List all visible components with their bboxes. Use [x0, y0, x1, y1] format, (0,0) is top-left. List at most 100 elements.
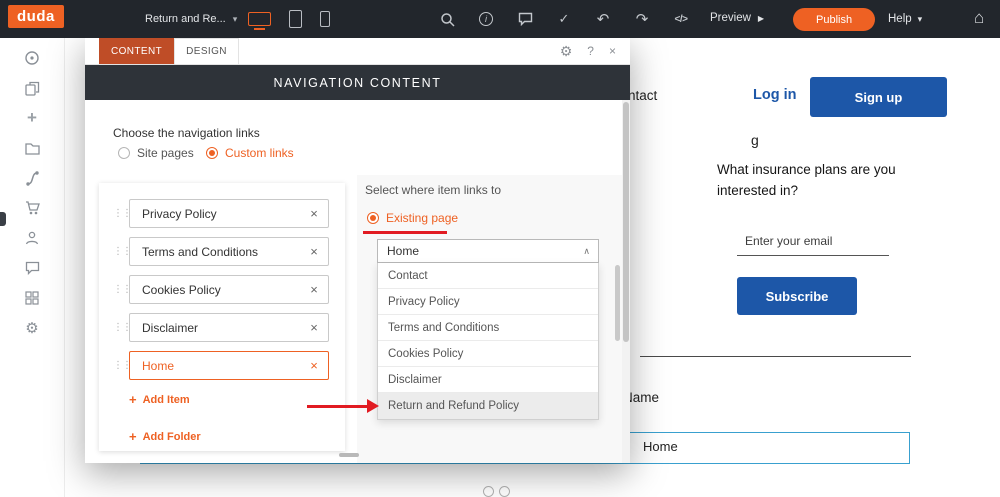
email-input[interactable] — [737, 234, 889, 256]
nav-item-label: Privacy Policy — [142, 206, 217, 221]
login-link[interactable]: Log in — [753, 87, 797, 103]
preview-label: Preview — [710, 12, 751, 24]
signup-button[interactable]: Sign up — [810, 77, 947, 117]
nav-link-item[interactable]: ⋮⋮ Privacy Policy × — [113, 199, 329, 228]
dialog-scrollbar-thumb[interactable] — [623, 102, 629, 342]
redo-icon[interactable]: ↷ — [631, 9, 653, 29]
search-icon[interactable] — [436, 9, 458, 29]
radio-site-pages[interactable]: Site pages — [118, 146, 194, 160]
radio-dot — [367, 212, 379, 224]
home-icon[interactable]: ⌂ — [974, 8, 984, 28]
nav-link-item-selected[interactable]: ⋮⋮ Home × — [113, 351, 329, 380]
link-target-panel: Select where item links to Existing page… — [357, 175, 622, 463]
radio-site-pages-label: Site pages — [137, 146, 194, 160]
chat-icon[interactable] — [22, 258, 42, 278]
select-where-label: Select where item links to — [365, 183, 502, 197]
radio-custom-links[interactable]: Custom links — [206, 146, 294, 160]
radio-custom-links-label: Custom links — [225, 146, 294, 160]
dialog-title: NAVIGATION CONTENT — [85, 65, 630, 100]
remove-item-icon[interactable]: × — [300, 320, 328, 335]
radio-existing-page[interactable]: Existing page — [367, 211, 458, 225]
dropdown-option-highlighted[interactable]: Return and Refund Policy — [378, 393, 598, 419]
connected-data-icon[interactable] — [22, 168, 42, 188]
dropdown-option[interactable]: Privacy Policy — [378, 289, 598, 315]
settings-icon[interactable]: ⚙ — [22, 318, 42, 338]
radio-dot — [118, 147, 130, 159]
remove-item-icon[interactable]: × — [300, 206, 328, 221]
dialog-scrollbar-track[interactable] — [622, 100, 630, 463]
caret-up-icon: ∧ — [583, 245, 590, 256]
dropdown-scrollbar[interactable] — [615, 265, 620, 341]
add-section-icon[interactable] — [499, 486, 510, 497]
tab-content[interactable]: CONTENT — [99, 38, 175, 64]
tablet-view-icon[interactable] — [289, 10, 302, 28]
page-select[interactable]: Home ∧ — [377, 239, 599, 263]
desktop-view-icon[interactable] — [248, 12, 271, 30]
custom-links-list: ⋮⋮ Privacy Policy × ⋮⋮ Terms and Conditi… — [99, 183, 345, 451]
publish-button[interactable]: Publish — [793, 8, 876, 31]
dropdown-option[interactable]: Cookies Policy — [378, 341, 598, 367]
plus-icon: + — [129, 429, 137, 444]
editor-sidebar: + ⚙ — [0, 38, 65, 497]
nav-link-item[interactable]: ⋮⋮ Disclaimer × — [113, 313, 329, 342]
drag-handle-icon[interactable]: ⋮⋮ — [113, 246, 132, 257]
drag-handle-icon[interactable]: ⋮⋮ — [113, 208, 132, 219]
radio-existing-page-label: Existing page — [386, 211, 459, 225]
choose-links-label: Choose the navigation links — [113, 126, 260, 140]
feedback-icon[interactable] — [22, 48, 42, 68]
drag-handle-icon[interactable]: ⋮⋮ — [113, 360, 132, 371]
chevron-down-icon: ▾ — [917, 13, 923, 24]
nav-link-item[interactable]: ⋮⋮ Cookies Policy × — [113, 275, 329, 304]
dialog-resize-grip[interactable] — [339, 453, 359, 457]
dev-mode-icon[interactable]: </> — [670, 9, 692, 29]
nav-item-label: Cookies Policy — [142, 282, 221, 297]
store-icon[interactable] — [22, 198, 42, 218]
page-select-options: Contact Privacy Policy Terms and Conditi… — [377, 263, 599, 420]
drag-handle-icon[interactable]: ⋮⋮ — [113, 284, 132, 295]
duda-logo: duda — [8, 5, 64, 28]
add-widget-icon[interactable]: + — [22, 108, 42, 128]
page-select-value: Home — [387, 244, 420, 258]
annotation-red-arrow-head — [367, 399, 379, 413]
menu-item-home[interactable]: Home — [643, 439, 678, 454]
nav-item-label: Terms and Conditions — [142, 244, 259, 259]
dialog-controls: ⚙ ? × — [560, 38, 630, 64]
help-menu[interactable]: Help ▾ — [888, 13, 922, 25]
check-icon[interactable]: ✓ — [553, 9, 575, 29]
widget-settings-icon[interactable]: ⚙ — [560, 43, 573, 60]
add-item-label: Add Item — [142, 393, 190, 406]
mobile-view-icon[interactable] — [320, 11, 330, 27]
drag-handle-icon[interactable]: ⋮⋮ — [113, 322, 132, 333]
add-folder-button[interactable]: + Add Folder — [129, 429, 345, 444]
dropdown-option[interactable]: Disclaimer — [378, 367, 598, 393]
nav-link-contact-partial[interactable]: ntact — [628, 88, 657, 103]
dropdown-option[interactable]: Contact — [378, 263, 598, 289]
tab-design[interactable]: DESIGN — [174, 38, 239, 64]
apps-icon[interactable] — [22, 288, 42, 308]
close-icon[interactable]: × — [609, 44, 616, 58]
annotation-red-arrow — [307, 405, 367, 408]
nav-link-item[interactable]: ⋮⋮ Terms and Conditions × — [113, 237, 329, 266]
dialog-tabbar: CONTENT DESIGN ⚙ ? × — [85, 38, 630, 65]
undo-icon[interactable]: ↶ — [592, 9, 614, 29]
add-section-icon[interactable] — [483, 486, 494, 497]
add-folder-label: Add Folder — [142, 430, 201, 443]
remove-item-icon[interactable]: × — [300, 282, 328, 297]
annotation-red-underline — [363, 231, 447, 234]
dropdown-option[interactable]: Terms and Conditions — [378, 315, 598, 341]
pages-icon[interactable] — [22, 78, 42, 98]
subscribe-button[interactable]: Subscribe — [737, 277, 857, 315]
insurance-question-text: What insurance plans are you interested … — [717, 162, 896, 198]
comments-icon[interactable] — [514, 9, 536, 29]
folder-icon[interactable] — [22, 138, 42, 158]
info-icon[interactable]: i — [475, 9, 497, 29]
preview-button[interactable]: Preview ▶ — [710, 12, 764, 24]
topbar-tools: i ✓ ↶ ↷ </> — [436, 0, 692, 38]
sidebar-collapse-handle[interactable] — [0, 212, 6, 226]
remove-item-icon[interactable]: × — [300, 358, 328, 373]
page-selector-dropdown[interactable]: Return and Re... ▾ — [145, 13, 237, 25]
widget-help-icon[interactable]: ? — [587, 44, 594, 58]
contacts-icon[interactable] — [22, 228, 42, 248]
duda-editor-screen: duda Return and Re... ▾ i ✓ ↶ ↷ </> Prev… — [0, 0, 1000, 497]
remove-item-icon[interactable]: × — [300, 244, 328, 259]
